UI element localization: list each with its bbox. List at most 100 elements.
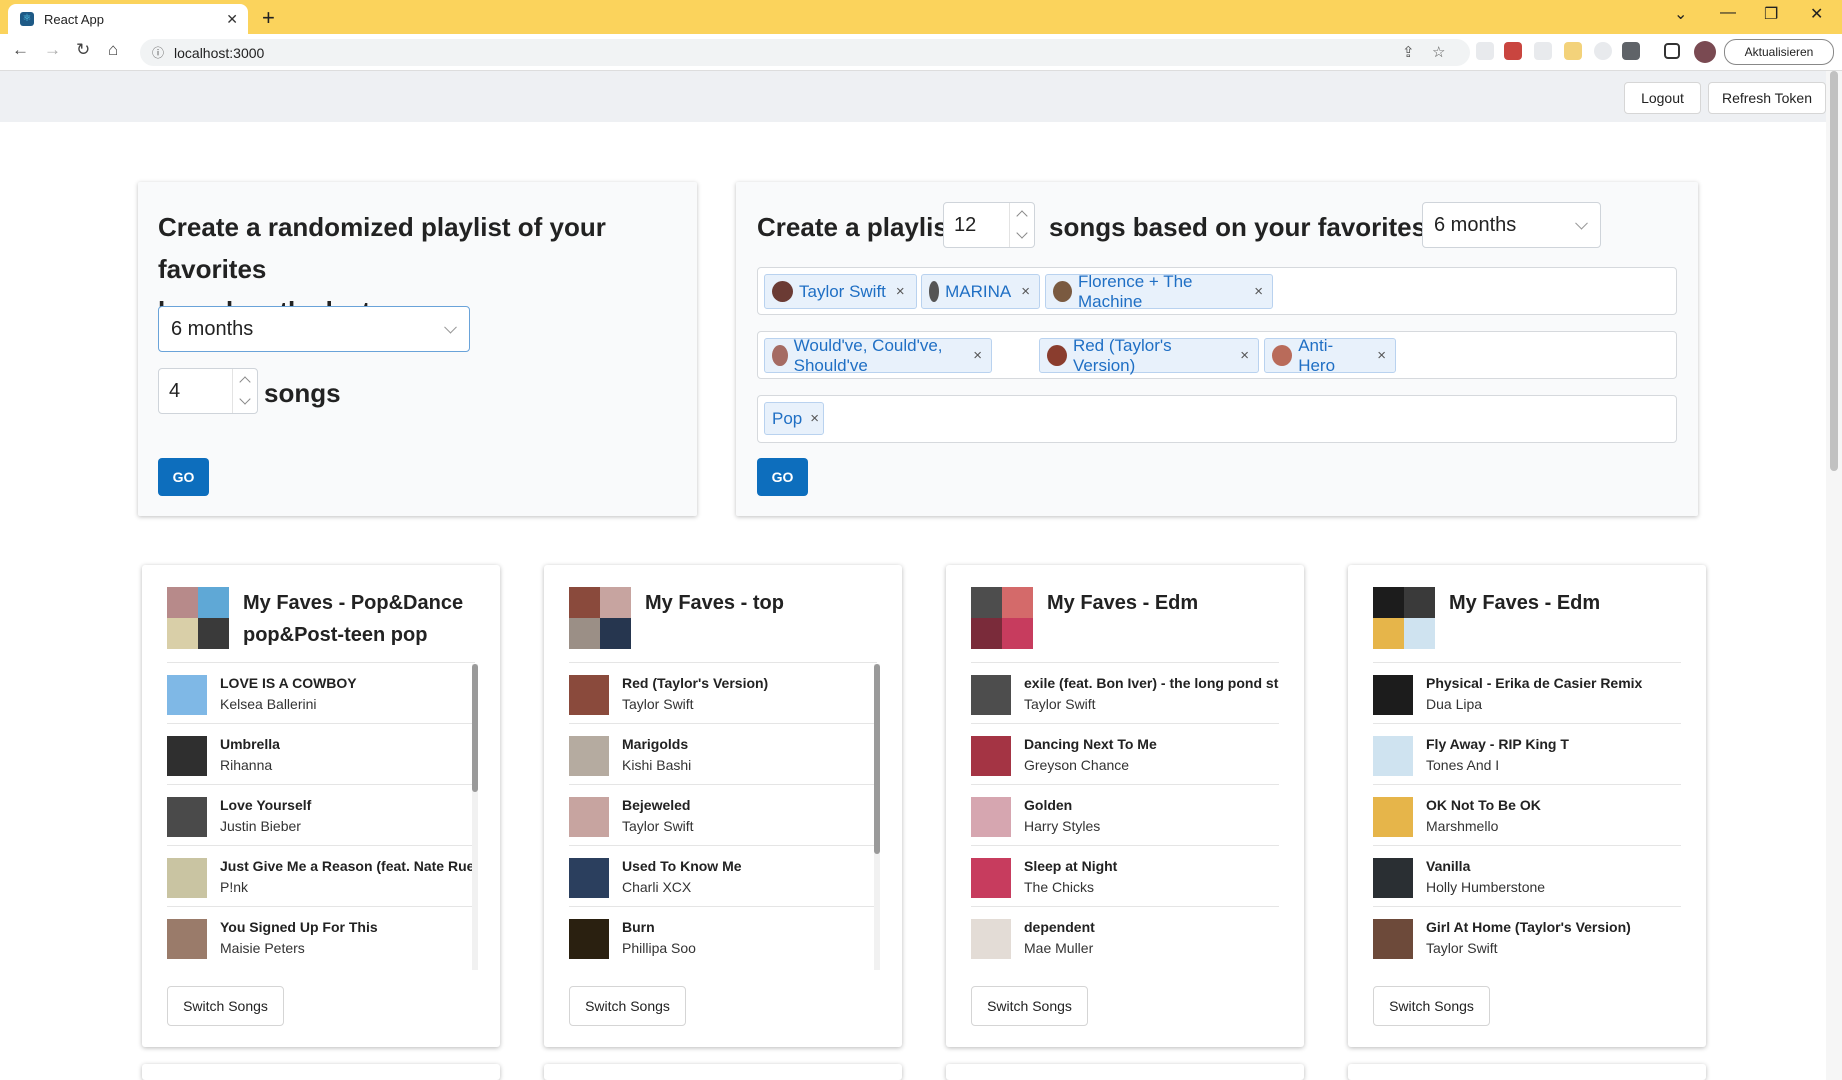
puzzle-extensions-icon[interactable] bbox=[1622, 42, 1640, 60]
remove-tag-icon[interactable]: × bbox=[810, 410, 819, 427]
song-row[interactable]: Sleep at Night The Chicks bbox=[971, 845, 1279, 907]
page-scroll-thumb[interactable] bbox=[1830, 71, 1838, 471]
extension-icon[interactable] bbox=[1534, 42, 1552, 60]
stepper-down-icon[interactable] bbox=[239, 393, 251, 405]
song-row[interactable]: Physical - Erika de Casier Remix Dua Lipa bbox=[1373, 662, 1681, 724]
artist-tag[interactable]: Taylor Swift × bbox=[764, 274, 917, 309]
song-row[interactable]: Love Yourself Justin Bieber bbox=[167, 784, 475, 846]
track-tag[interactable]: Would've, Could've, Should've × bbox=[764, 336, 992, 375]
share-icon[interactable]: ⇪ bbox=[1402, 43, 1415, 61]
song-row[interactable]: Bejeweled Taylor Swift bbox=[569, 784, 877, 846]
stepper[interactable] bbox=[1009, 203, 1034, 247]
songs-label: songs bbox=[264, 378, 341, 408]
seed-period-select[interactable]: 6 months bbox=[1422, 202, 1601, 248]
song-row[interactable]: Golden Harry Styles bbox=[971, 784, 1279, 846]
new-tab-button[interactable]: + bbox=[262, 5, 275, 31]
song-row[interactable]: Just Give Me a Reason (feat. Nate Ruess)… bbox=[167, 845, 475, 907]
song-row[interactable]: Used To Know Me Charli XCX bbox=[569, 845, 877, 907]
side-panel-icon[interactable] bbox=[1664, 43, 1680, 59]
browser-tab[interactable]: ⚛ React App ✕ bbox=[8, 4, 248, 34]
song-row[interactable]: Red (Taylor's Version) Taylor Swift bbox=[569, 662, 877, 724]
artist-tag[interactable]: MARINA × bbox=[921, 274, 1040, 309]
restore-icon[interactable]: ❐ bbox=[1764, 4, 1778, 24]
scroll-thumb[interactable] bbox=[472, 664, 478, 792]
song-list[interactable]: exile (feat. Bon Iver) - the long pond s… bbox=[971, 662, 1279, 970]
random-go-button[interactable]: GO bbox=[158, 458, 209, 496]
react-favicon-icon: ⚛ bbox=[20, 12, 34, 26]
switch-songs-button[interactable]: Switch Songs bbox=[971, 986, 1088, 1026]
bookmark-star-icon[interactable]: ☆ bbox=[1432, 43, 1445, 61]
song-row[interactable]: Burn Phillipa Soo bbox=[569, 906, 877, 968]
profile-avatar[interactable] bbox=[1694, 41, 1716, 63]
song-list[interactable]: Physical - Erika de Casier Remix Dua Lipa… bbox=[1373, 662, 1681, 970]
song-title: Girl At Home (Taylor's Version) bbox=[1426, 919, 1631, 935]
period-select[interactable]: 6 months bbox=[158, 306, 470, 352]
site-info-icon[interactable]: ⓘ bbox=[152, 44, 164, 61]
song-row[interactable]: Marigolds Kishi Bashi bbox=[569, 723, 877, 785]
song-row[interactable]: dependent Mae Muller bbox=[971, 906, 1279, 968]
logout-button[interactable]: Logout bbox=[1624, 82, 1701, 114]
switch-songs-button[interactable]: Switch Songs bbox=[569, 986, 686, 1026]
song-row[interactable]: You Signed Up For This Maisie Peters bbox=[167, 906, 475, 968]
song-count-input[interactable]: 4 bbox=[158, 368, 258, 414]
refresh-token-button[interactable]: Refresh Token bbox=[1708, 82, 1826, 114]
cover-tile bbox=[1404, 618, 1435, 649]
song-list[interactable]: Red (Taylor's Version) Taylor Swift Marig… bbox=[569, 662, 877, 970]
tab-search-icon[interactable]: ⌄ bbox=[1674, 4, 1687, 24]
song-row[interactable]: Fly Away - RIP King T Tones And I bbox=[1373, 723, 1681, 785]
track-tag-input[interactable]: Would've, Could've, Should've × Red (Tay… bbox=[757, 331, 1677, 379]
extension-icon[interactable] bbox=[1504, 42, 1522, 60]
artist-tag[interactable]: Florence + The Machine × bbox=[1045, 272, 1273, 311]
song-list-scrollbar[interactable] bbox=[874, 664, 880, 970]
song-row[interactable]: Girl At Home (Taylor's Version) Taylor Sw… bbox=[1373, 906, 1681, 968]
playlist-card bbox=[946, 1064, 1304, 1080]
remove-tag-icon[interactable]: × bbox=[973, 347, 982, 364]
close-window-icon[interactable]: ✕ bbox=[1810, 4, 1823, 24]
tab-close-icon[interactable]: ✕ bbox=[226, 11, 238, 28]
stepper-up-icon[interactable] bbox=[239, 376, 251, 388]
remove-tag-icon[interactable]: × bbox=[1377, 347, 1386, 364]
artist-avatar bbox=[1053, 281, 1073, 302]
seed-go-button[interactable]: GO bbox=[757, 458, 808, 496]
stepper-down-icon[interactable] bbox=[1016, 227, 1028, 239]
song-row[interactable]: exile (feat. Bon Iver) - the long pond s… bbox=[971, 662, 1279, 724]
home-icon[interactable]: ⌂ bbox=[108, 40, 118, 60]
switch-songs-button[interactable]: Switch Songs bbox=[167, 986, 284, 1026]
page-scrollbar[interactable] bbox=[1826, 71, 1842, 1080]
switch-songs-button[interactable]: Switch Songs bbox=[1373, 986, 1490, 1026]
minimize-icon[interactable]: — bbox=[1720, 4, 1736, 22]
remove-tag-icon[interactable]: × bbox=[1240, 347, 1249, 364]
artist-tag-input[interactable]: Taylor Swift × MARINA × Florence + The M… bbox=[757, 267, 1677, 315]
update-button[interactable]: Aktualisieren bbox=[1724, 39, 1834, 65]
song-row[interactable]: LOVE IS A COWBOY Kelsea Ballerini bbox=[167, 662, 475, 724]
song-row[interactable]: Umbrella Rihanna bbox=[167, 723, 475, 785]
extension-icon[interactable] bbox=[1476, 42, 1494, 60]
song-artist: Charli XCX bbox=[622, 879, 692, 895]
scroll-thumb[interactable] bbox=[874, 664, 880, 854]
track-tag[interactable]: Red (Taylor's Version) × bbox=[1039, 336, 1259, 375]
track-tag[interactable]: Anti-Hero × bbox=[1264, 336, 1396, 375]
album-art bbox=[971, 675, 1011, 715]
song-row[interactable]: OK Not To Be OK Marshmello bbox=[1373, 784, 1681, 846]
track-avatar bbox=[772, 345, 788, 366]
remove-tag-icon[interactable]: × bbox=[896, 283, 905, 300]
seed-count-input[interactable]: 12 bbox=[943, 202, 1035, 248]
extension-icon[interactable] bbox=[1594, 42, 1612, 60]
genre-tag[interactable]: Pop × bbox=[764, 402, 824, 435]
forward-icon[interactable]: → bbox=[44, 40, 61, 60]
song-count-value: 4 bbox=[169, 379, 181, 402]
song-list-scrollbar[interactable] bbox=[472, 664, 478, 970]
song-row[interactable]: Vanilla Holly Humberstone bbox=[1373, 845, 1681, 907]
remove-tag-icon[interactable]: × bbox=[1254, 283, 1263, 300]
genre-tag-input[interactable]: Pop × bbox=[757, 395, 1677, 443]
reload-icon[interactable]: ↻ bbox=[76, 40, 90, 60]
extension-icon[interactable] bbox=[1564, 42, 1582, 60]
remove-tag-icon[interactable]: × bbox=[1021, 283, 1030, 300]
stepper[interactable] bbox=[232, 369, 257, 413]
song-list[interactable]: LOVE IS A COWBOY Kelsea Ballerini Umbrell… bbox=[167, 662, 475, 970]
song-row[interactable]: Dancing Next To Me Greyson Chance bbox=[971, 723, 1279, 785]
song-artist: Greyson Chance bbox=[1024, 757, 1130, 773]
back-icon[interactable]: ← bbox=[12, 40, 29, 60]
stepper-up-icon[interactable] bbox=[1016, 210, 1028, 222]
address-bar[interactable]: ⓘ localhost:3000 ⇪ ☆ bbox=[140, 39, 1470, 66]
